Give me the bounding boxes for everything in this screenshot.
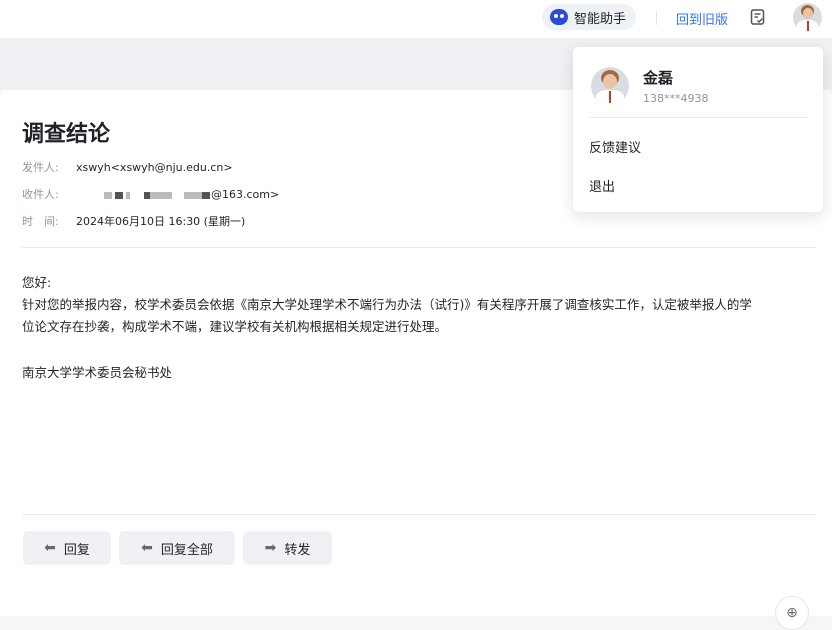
top-bar: 智能助手 回到旧版 bbox=[0, 0, 832, 38]
user-avatar[interactable] bbox=[793, 3, 822, 32]
reply-label: 回复 bbox=[63, 542, 90, 558]
topbar-divider bbox=[656, 11, 657, 25]
time-value: 2024年06月10日 16:30 (星期一) bbox=[76, 215, 246, 228]
menu-item-logout[interactable]: 退出 bbox=[589, 176, 615, 195]
forward-button[interactable]: ➡ 转发 bbox=[243, 531, 332, 565]
recipient-row: 收件人: @163.com> bbox=[22, 186, 279, 202]
back-to-old-version-link[interactable]: 回到旧版 bbox=[676, 9, 728, 28]
recipient-redacted bbox=[76, 188, 211, 201]
profile-dropdown: 金磊 138***4938 反馈建议 退出 bbox=[573, 47, 823, 212]
recipient-label: 收件人: bbox=[22, 188, 59, 201]
recipient-value[interactable]: @163.com> bbox=[211, 188, 279, 201]
reply-all-arrow-icon: ⬅ bbox=[141, 540, 153, 556]
reply-button[interactable]: ⬅ 回复 bbox=[23, 531, 111, 565]
profile-name: 金磊 bbox=[643, 69, 674, 87]
robot-icon bbox=[550, 9, 568, 25]
sender-label: 发件人: bbox=[22, 161, 59, 174]
profile-phone: 138***4938 bbox=[643, 92, 709, 105]
ai-assistant-label: 智能助手 bbox=[574, 11, 627, 27]
mail-paragraph-line-1: 针对您的举报内容，校学术委员会依据《南京大学处理学术不端行为办法（试行)》有关程… bbox=[22, 297, 752, 312]
time-label: 时 间: bbox=[22, 215, 59, 228]
header-divider bbox=[22, 247, 816, 248]
mail-greeting: 您好: bbox=[22, 275, 52, 290]
sender-value[interactable]: xswyh<xswyh@nju.edu.cn> bbox=[76, 161, 233, 174]
reply-all-label: 回复全部 bbox=[160, 542, 213, 558]
profile-divider bbox=[589, 117, 807, 118]
footer-divider bbox=[22, 514, 816, 515]
reply-all-button[interactable]: ⬅ 回复全部 bbox=[119, 531, 235, 565]
sender-row: 发件人: xswyh<xswyh@nju.edu.cn> bbox=[22, 159, 233, 175]
zoom-plus-icon[interactable]: ⊕ bbox=[775, 596, 809, 630]
ai-assistant-button[interactable]: 智能助手 bbox=[542, 4, 636, 30]
mail-signature: 南京大学学术委员会秘书处 bbox=[22, 365, 173, 380]
forward-label: 转发 bbox=[284, 542, 311, 558]
forward-arrow-icon: ➡ bbox=[264, 540, 277, 556]
mail-paragraph-line-2: 位论文存在抄袭，构成学术不端，建议学校有关机构根据相关规定进行处理。 bbox=[22, 319, 448, 334]
note-check-icon[interactable] bbox=[749, 8, 767, 26]
profile-avatar bbox=[591, 67, 629, 105]
time-row: 时 间: 2024年06月10日 16:30 (星期一) bbox=[22, 213, 245, 229]
reply-arrow-icon: ⬅ bbox=[44, 540, 56, 556]
mail-subject: 调查结论 bbox=[22, 122, 111, 147]
menu-item-feedback[interactable]: 反馈建议 bbox=[589, 137, 641, 156]
